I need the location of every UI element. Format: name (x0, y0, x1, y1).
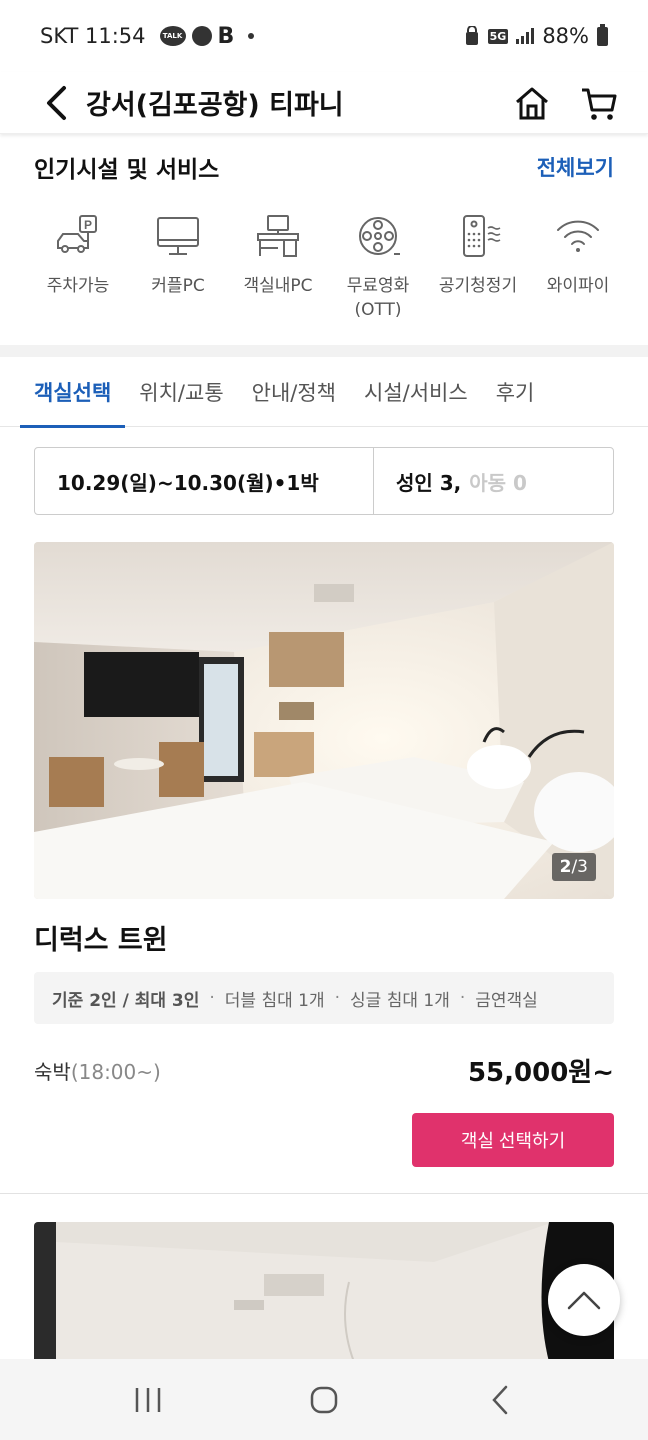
home-nav-button[interactable] (294, 1370, 354, 1430)
status-carrier-time: SKT 11:54 (40, 24, 146, 48)
room-photo-next[interactable] (34, 1222, 614, 1362)
section-divider (0, 345, 648, 357)
facility-air-purifier[interactable]: 공기청정기 (428, 212, 528, 322)
back-nav-button[interactable] (470, 1370, 530, 1430)
room-photo-image (34, 542, 614, 899)
chevron-up-icon (567, 1291, 601, 1310)
room-name: 디럭스 트윈 (34, 925, 168, 956)
film-reel-icon (359, 217, 400, 255)
room-bed-single: 싱글 침대 1개 (350, 990, 450, 1011)
stay-type: 숙박 (34, 1060, 71, 1084)
wifi-icon (557, 220, 599, 252)
guest-selector[interactable]: 성인 3, 아동 0 (374, 448, 613, 514)
facility-label: 와이파이 (546, 276, 610, 296)
tab-facilities[interactable]: 시설/서비스 (364, 357, 468, 427)
tab-room-select[interactable]: 객실선택 (19, 357, 126, 428)
room-bed-double: 더블 침대 1개 (224, 990, 325, 1011)
cart-icon[interactable] (580, 84, 618, 122)
facility-wifi[interactable]: 와이파이 (528, 212, 628, 322)
adult-count: 성인 3, (396, 470, 462, 495)
room-divider (0, 1193, 648, 1194)
recycle-lock-icon (465, 26, 478, 45)
room-capacity: 기준 2인 / 최대 3인 (52, 990, 200, 1011)
stay-time: (18:00~) (70, 1060, 161, 1084)
talk-notification-icon: TALK (159, 26, 186, 46)
facility-label: 공기청정기 (438, 276, 518, 296)
signal-strength-icon (516, 28, 535, 44)
info-separator: · (334, 988, 341, 1008)
photo-counter: 2/3 (551, 853, 596, 881)
back-button[interactable] (36, 83, 76, 123)
page-title: 강서(김포공항) 티파니 (86, 90, 344, 121)
photo-total: /3 (571, 857, 588, 877)
facility-parking[interactable]: P 주차가능 (28, 212, 128, 322)
facilities-header: 인기시설 및 서비스 전체보기 (34, 150, 614, 184)
see-all-link[interactable]: 전체보기 (537, 152, 614, 182)
facilities-list: P 주차가능 커플PC 객실내PC 무료영화 (OTT) 공기청정기 와이파이 (28, 212, 628, 322)
photo-current: 2 (559, 857, 572, 877)
network-5g-icon: 5G (487, 28, 509, 44)
room-photo-next-image (34, 1222, 614, 1362)
info-separator: · (459, 988, 466, 1008)
room-info: 기준 2인 / 최대 3인 · 더블 침대 1개 · 싱글 침대 1개 · 금연… (34, 972, 614, 1024)
booking-selector: 10.29(일)~10.30(월)•1박 성인 3, 아동 0 (34, 447, 614, 515)
stay-label: 숙박(18:00~) (34, 1056, 161, 1085)
room-photo[interactable]: 2/3 (34, 542, 614, 899)
air-purifier-icon (463, 215, 501, 257)
child-count: 아동 0 (469, 470, 527, 495)
recent-apps-button[interactable] (118, 1370, 178, 1430)
b-app-notification-icon: B (217, 23, 235, 49)
system-nav-bar (0, 1359, 648, 1440)
info-separator: · (209, 988, 215, 1008)
svg-text:P: P (84, 218, 92, 232)
more-notifications-dot-icon (248, 33, 255, 39)
date-selector[interactable]: 10.29(일)~10.30(월)•1박 (35, 448, 374, 514)
status-bar: SKT 11:54 TALK B 5G 88% (0, 0, 648, 72)
room-smoking-policy: 금연객실 (475, 990, 538, 1011)
room-price: 55,000원~ (467, 1058, 614, 1088)
tab-location[interactable]: 위치/교통 (139, 357, 223, 427)
detail-tabs: 객실선택 위치/교통 안내/정책 시설/서비스 후기 (0, 357, 648, 428)
tab-reviews[interactable]: 후기 (496, 357, 535, 427)
home-icon[interactable] (514, 85, 550, 121)
scroll-to-top-button[interactable] (548, 1264, 620, 1336)
facility-room-pc[interactable]: 객실내PC (228, 212, 328, 322)
select-room-button[interactable]: 객실 선택하기 (412, 1113, 614, 1167)
facility-label: 객실내PC (243, 276, 313, 296)
facility-free-movie[interactable]: 무료영화 (OTT) (328, 212, 428, 322)
battery-icon (597, 23, 608, 46)
facility-label: 주차가능 (46, 276, 110, 296)
account-notification-icon (191, 26, 212, 46)
desk-pc-icon (257, 215, 299, 257)
facility-couple-pc[interactable]: 커플PC (128, 212, 228, 322)
recent-apps-icon (135, 1387, 161, 1412)
back-arrow-icon (47, 85, 66, 120)
app-header: 강서(김포공항) 티파니 (0, 72, 648, 134)
monitor-icon (157, 217, 199, 255)
parking-icon: P (57, 215, 97, 253)
stay-price-row: 숙박(18:00~) 55,000원~ (34, 1052, 614, 1089)
home-circle-icon (310, 1386, 338, 1413)
facility-label: 커플PC (151, 276, 205, 296)
facilities-title: 인기시설 및 서비스 (34, 157, 220, 183)
tab-policy[interactable]: 안내/정책 (252, 357, 336, 427)
facility-label: 무료영화 (OTT) (346, 276, 410, 320)
back-chevron-icon (492, 1385, 508, 1414)
battery-percent: 88% (542, 24, 589, 48)
